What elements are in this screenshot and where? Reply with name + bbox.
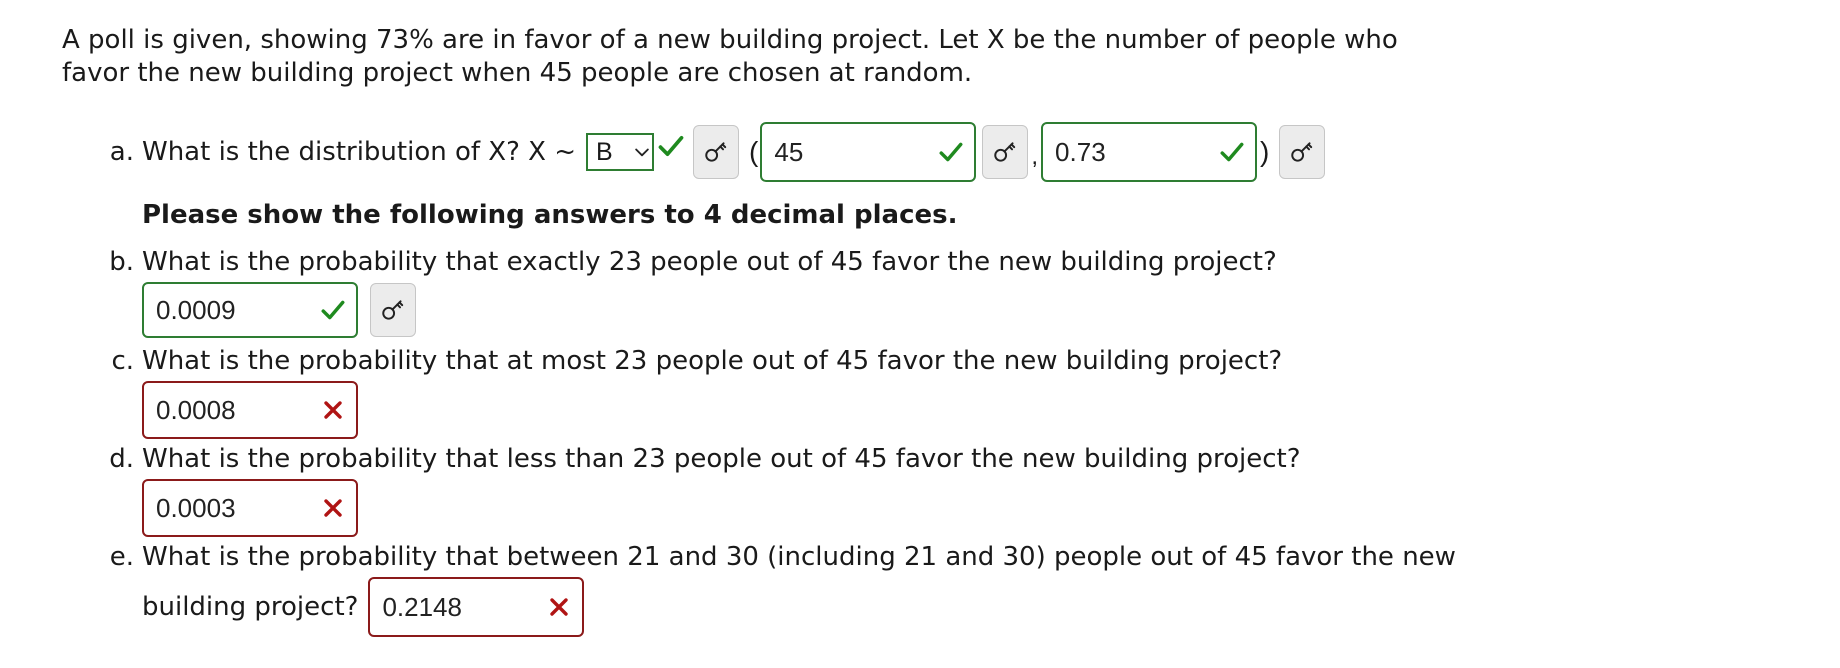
question-letter: b. <box>109 247 134 277</box>
question-d-text: What is the probability that less than 2… <box>142 444 1301 474</box>
question-b-text: What is the probability that exactly 23 … <box>142 247 1277 277</box>
question-letter: d. <box>109 444 134 474</box>
question-e: e. What is the probability that between … <box>98 539 1456 575</box>
answer-key-button[interactable] <box>1279 125 1326 179</box>
check-icon <box>1219 139 1245 165</box>
answer-c-input[interactable]: 0.0008 <box>142 381 358 439</box>
open-paren: ( <box>749 136 759 167</box>
question-b: b. What is the probability that exactly … <box>98 244 1277 280</box>
answer-key-button[interactable] <box>693 125 740 179</box>
distribution-select[interactable]: B <box>586 133 655 171</box>
comma: , <box>1031 143 1039 170</box>
answer-key-button[interactable] <box>370 283 416 337</box>
answer-c-row: 0.0008 <box>142 381 358 439</box>
check-icon <box>657 132 685 160</box>
check-icon <box>320 297 346 323</box>
problem-statement: A poll is given, showing 73% are in favo… <box>62 25 1398 88</box>
chevron-down-icon <box>632 142 652 162</box>
question-e-text-line2: building project? <box>142 592 359 622</box>
answer-e-input[interactable]: 0.2148 <box>368 577 585 637</box>
question-letter: a. <box>109 137 134 167</box>
distribution-select-value: B <box>596 137 613 166</box>
question-letter: c. <box>111 346 134 376</box>
key-icon <box>703 139 729 165</box>
answer-d-row: 0.0003 <box>142 479 358 537</box>
x-icon <box>546 594 572 620</box>
answer-e-row: building project? 0.2148 <box>142 577 585 637</box>
x-icon <box>320 495 346 521</box>
n-parameter-input[interactable]: 45 <box>760 122 977 182</box>
answer-d-input[interactable]: 0.0003 <box>142 479 358 537</box>
key-icon <box>380 297 406 323</box>
question-d: d. What is the probability that less tha… <box>98 441 1301 477</box>
question-c: c. What is the probability that at most … <box>98 343 1282 379</box>
close-paren: ) <box>1260 136 1270 167</box>
decimal-places-note: Please show the following answers to 4 d… <box>142 200 958 230</box>
answer-key-button[interactable] <box>982 125 1029 179</box>
x-icon <box>320 397 346 423</box>
question-a: a. What is the distribution of X? X ~ B … <box>98 122 1326 182</box>
check-icon <box>938 139 964 165</box>
question-a-text: What is the distribution of X? X ~ <box>142 137 577 167</box>
p-parameter-input[interactable]: 0.73 <box>1041 122 1258 182</box>
key-icon <box>1289 139 1315 165</box>
key-icon <box>992 139 1018 165</box>
question-c-text: What is the probability that at most 23 … <box>142 346 1283 376</box>
question-e-text-line1: What is the probability that between 21 … <box>142 542 1456 572</box>
question-letter: e. <box>109 542 134 572</box>
answer-b-row: 0.0009 <box>142 282 416 338</box>
answer-b-input[interactable]: 0.0009 <box>142 282 358 338</box>
